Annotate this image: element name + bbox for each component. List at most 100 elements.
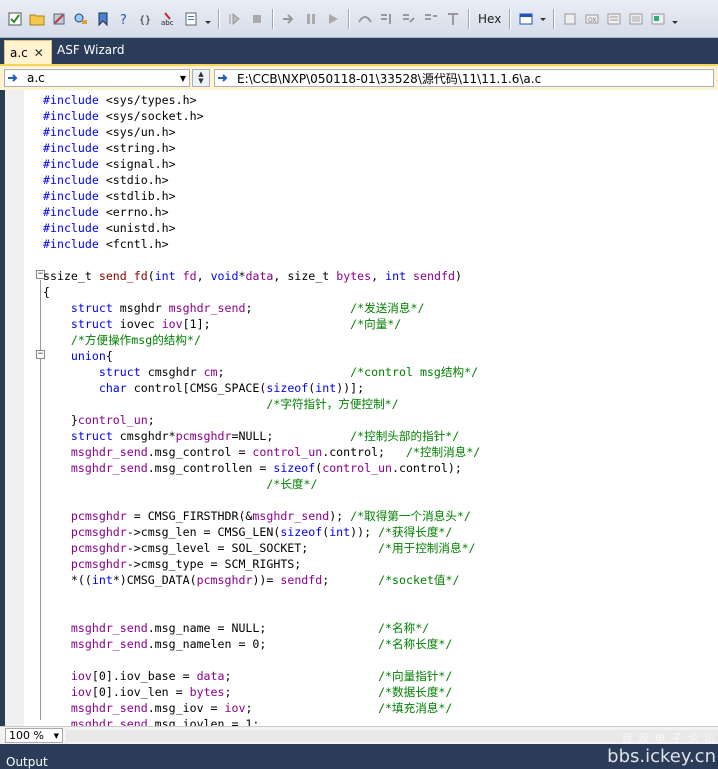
watermark-url: bbs.ickey.cn: [607, 746, 716, 767]
code-line[interactable]: pcmsghdr->cmsg_len = CMSG_LEN(sizeof(int…: [43, 524, 480, 540]
scope-dropdown[interactable]: a.c ▼: [4, 69, 190, 87]
code-line[interactable]: /*方便操作msg的结构*/: [43, 332, 480, 348]
code-line[interactable]: struct msghdr msghdr_send; /*发送消息*/: [43, 300, 480, 316]
svg-text:OX: OX: [588, 17, 596, 24]
memory-icon[interactable]: [561, 10, 579, 28]
arrow-right-icon: [215, 70, 231, 86]
step-up-icon[interactable]: [444, 10, 462, 28]
triangle-down-icon: ▼: [198, 77, 204, 85]
code-line[interactable]: msghdr_send.msg_iovlen = 1;: [43, 716, 480, 726]
code-line[interactable]: [43, 492, 480, 508]
pause-icon[interactable]: [302, 10, 320, 28]
tab-asf-wizard[interactable]: ASF Wizard: [57, 43, 124, 57]
code-line[interactable]: struct cmsghdr*pcmsghdr=NULL; /*控制头部的指针*…: [43, 428, 480, 444]
code-line[interactable]: #include <errno.h>: [43, 204, 480, 220]
document-icon[interactable]: [182, 10, 200, 28]
brace-icon[interactable]: {}: [138, 10, 156, 28]
watermark: 百 茨 电 子 论 坛 bbs.ickey.cn: [607, 730, 716, 767]
tab-a-c[interactable]: a.c ✕: [4, 40, 52, 64]
code-area[interactable]: #include <sys/types.h> #include <sys/sock…: [43, 92, 480, 726]
close-icon[interactable]: ✕: [34, 46, 44, 60]
code-line[interactable]: msghdr_send.msg_controllen = sizeof(cont…: [43, 460, 480, 476]
code-line[interactable]: char control[CMSG_SPACE(sizeof(int))];: [43, 380, 480, 396]
code-line[interactable]: #include <signal.h>: [43, 156, 480, 172]
code-line[interactable]: pcmsghdr->cmsg_type = SCM_RIGHTS;: [43, 556, 480, 572]
code-line[interactable]: msghdr_send.msg_control = control_un.con…: [43, 444, 480, 460]
checklist-icon[interactable]: [6, 10, 24, 28]
code-line[interactable]: pcmsghdr->cmsg_level = SOL_SOCKET; /*用于控…: [43, 540, 480, 556]
run-to-cursor-icon[interactable]: [422, 10, 440, 28]
step-icon[interactable]: [226, 10, 244, 28]
step-out-icon[interactable]: [400, 10, 418, 28]
file-path-box[interactable]: E:\CCB\NXP\050118-01\33528\源代码\11\11.1.6…: [214, 69, 714, 87]
code-line[interactable]: *((int*)CMSG_DATA(pcmsghdr))= sendfd; /*…: [43, 572, 480, 588]
code-line[interactable]: msghdr_send.msg_name = NULL; /*名称*/: [43, 620, 480, 636]
scope-value: a.c: [27, 71, 45, 85]
dropdown-icon[interactable]: [671, 10, 679, 28]
output-label[interactable]: Output: [6, 755, 48, 769]
find-icon[interactable]: [72, 10, 90, 28]
step-into-icon[interactable]: [378, 10, 396, 28]
run-icon[interactable]: [280, 10, 298, 28]
code-line[interactable]: msghdr_send.msg_iov = iov; /*填充消息*/: [43, 700, 480, 716]
toolbar-separator: [468, 8, 470, 29]
dropdown-icon[interactable]: [204, 10, 212, 28]
chevron-down-icon: ▼: [179, 73, 186, 83]
code-line[interactable]: iov[0].iov_len = bytes; /*数据长度*/: [43, 684, 480, 700]
code-line[interactable]: union{: [43, 348, 480, 364]
code-line[interactable]: msghdr_send.msg_namelen = 0; /*名称长度*/: [43, 636, 480, 652]
code-line[interactable]: {: [43, 284, 480, 300]
svg-text:abc: abc: [161, 19, 174, 27]
registers-icon[interactable]: OX: [583, 10, 601, 28]
window-icon[interactable]: [517, 10, 535, 28]
bookmark-icon[interactable]: [94, 10, 112, 28]
dropdown-icon[interactable]: [539, 10, 547, 28]
code-line[interactable]: }control_un;: [43, 412, 480, 428]
step-over-icon[interactable]: [356, 10, 374, 28]
code-line[interactable]: [43, 652, 480, 668]
fold-line: [40, 280, 41, 720]
code-line[interactable]: #include <sys/un.h>: [43, 124, 480, 140]
toolbar-separator: [509, 8, 512, 29]
io-view-icon[interactable]: [649, 10, 667, 28]
code-line[interactable]: #include <sys/types.h>: [43, 92, 480, 108]
arrow-right-icon: [5, 70, 21, 86]
svg-text:?: ?: [120, 13, 127, 27]
tab-label: a.c: [10, 45, 28, 60]
code-line[interactable]: #include <fcntl.h>: [43, 236, 480, 252]
code-line[interactable]: pcmsghdr = CMSG_FIRSTHDR(&msghdr_send); …: [43, 508, 480, 524]
watch-icon[interactable]: [605, 10, 623, 28]
zoom-value: 100 %: [9, 729, 44, 742]
code-line[interactable]: struct cmsghdr cm; /*control msg结构*/: [43, 364, 480, 380]
spellcheck-icon[interactable]: abc: [160, 10, 178, 28]
code-line[interactable]: ssize_t send_fd(int fd, void*data, size_…: [43, 268, 480, 284]
code-line[interactable]: [43, 604, 480, 620]
code-line[interactable]: #include <string.h>: [43, 140, 480, 156]
zoom-dropdown[interactable]: 100 % ▼: [5, 728, 63, 743]
main-toolbar: ? {} abc Hex OX: [0, 0, 718, 38]
hex-button[interactable]: Hex: [474, 12, 505, 26]
code-line[interactable]: /*字符指针，方便控制*/: [43, 396, 480, 412]
tools-icon[interactable]: [50, 10, 68, 28]
play-icon[interactable]: [324, 10, 342, 28]
stop-icon[interactable]: [248, 10, 266, 28]
code-line[interactable]: /*长度*/: [43, 476, 480, 492]
code-line[interactable]: #include <stdio.h>: [43, 172, 480, 188]
code-line[interactable]: #include <sys/socket.h>: [43, 108, 480, 124]
code-line[interactable]: [43, 588, 480, 604]
code-line[interactable]: #include <stdlib.h>: [43, 188, 480, 204]
code-line[interactable]: iov[0].iov_base = data; /*向量指针*/: [43, 668, 480, 684]
navigation-bar: a.c ▼ ▲ ▼ E:\CCB\NXP\050118-01\33528\源代码…: [0, 64, 718, 90]
open-folder-icon[interactable]: [28, 10, 46, 28]
code-line[interactable]: #include <unistd.h>: [43, 220, 480, 236]
code-editor[interactable]: − − #include <sys/types.h> #include <sys/…: [5, 90, 718, 726]
help-icon[interactable]: ?: [116, 10, 134, 28]
toolbar-separator: [218, 8, 220, 29]
document-tabs: a.c ✕ ASF Wizard: [0, 38, 718, 64]
chevron-down-icon: ▼: [53, 731, 59, 740]
svg-text:{}: {}: [139, 15, 151, 26]
code-line[interactable]: [43, 252, 480, 268]
code-line[interactable]: struct iovec iov[1]; /*向量*/: [43, 316, 480, 332]
disassembly-icon[interactable]: [627, 10, 645, 28]
splitter-button[interactable]: ▲ ▼: [192, 69, 210, 87]
